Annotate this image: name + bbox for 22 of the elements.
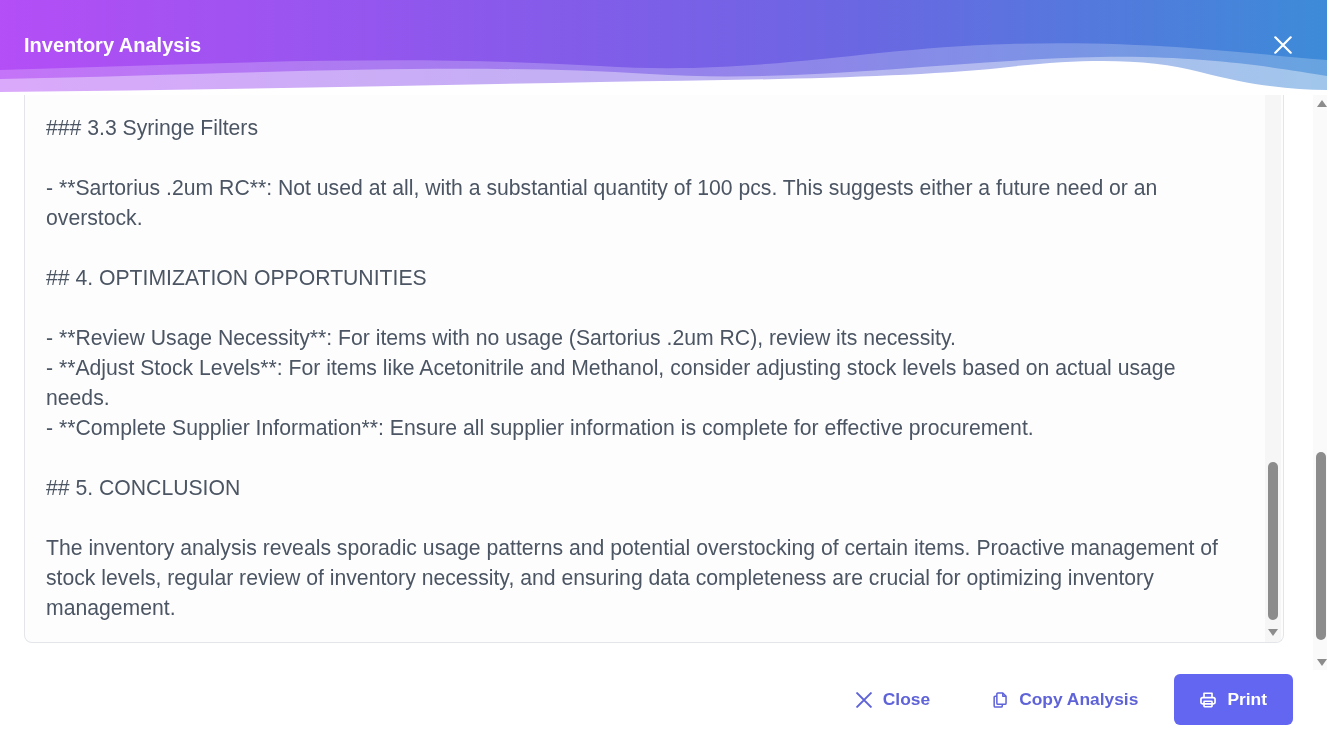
analysis-text: The inventory analysis reveals sporadic usage patterns and potential overstocking of certain items. Proactive management of stock levels, regular review of inventory necessity, and ensuring data completeness are crucial for optimizing inventory management.	[46, 535, 1219, 622]
analysis-text: - **Review Usage Necessity**: For items with no usage (Sartorius .2um RC), review its necessity.	[46, 325, 957, 352]
analysis-text: ## 5. CONCLUSION	[46, 475, 242, 501]
copy-icon[interactable]	[992, 691, 1009, 708]
analysis-text: - **Adjust Stock Levels**: For items like Acetonitrile and Methanol, consider adjusting stock levels based on actual usage needs.	[46, 355, 1177, 411]
close-icon[interactable]	[855, 691, 872, 708]
scrollbar[interactable]	[1313, 95, 1327, 670]
dialog-title: Inventory Analysis	[24, 33, 202, 57]
print-button[interactable]: Print	[1174, 674, 1293, 725]
analysis-text: - **Sartorius .2um RC**: Not used at all, with a substantial quantity of 100 pcs. This suggests either a future need or an overstock.	[46, 175, 1159, 231]
scrollbar-thumb[interactable]	[1268, 462, 1278, 620]
analysis-text: ## 4. OPTIMIZATION OPPORTUNITIES	[46, 265, 428, 291]
printer-icon[interactable]	[1200, 691, 1217, 708]
close-button[interactable]: Close	[829, 674, 957, 725]
scrollbar[interactable]	[1265, 95, 1281, 642]
triangle-down-icon[interactable]	[1268, 629, 1278, 636]
analysis-text: ### 3.3 Syringe Filters	[46, 115, 259, 142]
triangle-up-icon[interactable]	[1317, 100, 1327, 107]
analysis-text: - **Complete Supplier Information**: Ensure all supplier information is complete for effective procurement.	[46, 415, 1035, 442]
copy-button[interactable]: Copy Analysis	[966, 674, 1165, 725]
triangle-down-icon[interactable]	[1317, 659, 1327, 666]
scrollbar-thumb[interactable]	[1316, 452, 1326, 640]
